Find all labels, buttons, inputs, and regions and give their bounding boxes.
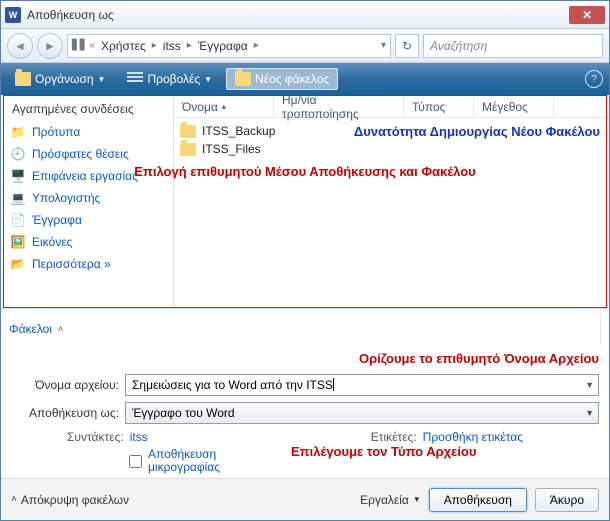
breadcrumb-seg[interactable]: itss bbox=[159, 39, 185, 53]
fav-icon: 📁 bbox=[10, 124, 26, 140]
views-label: Προβολές bbox=[147, 72, 200, 86]
fav-label: Εικόνες bbox=[32, 235, 72, 249]
chevron-right-icon: ▸ bbox=[152, 40, 157, 51]
folder-icon bbox=[15, 72, 31, 86]
fav-icon: 🕘 bbox=[10, 146, 26, 162]
folder-name: ITSS_Backup bbox=[202, 124, 275, 138]
pc-icon: ▋▋ bbox=[72, 40, 87, 51]
search-input[interactable]: Αναζήτηση bbox=[423, 34, 603, 58]
fav-icon: 💻 bbox=[10, 190, 26, 206]
annotation-choose-loc: Επιλογή επιθυμητού Μέσου Αποθήκευσης και… bbox=[10, 164, 600, 179]
annotation-filename: Ορίζουμε το επιθυμητό Όνομα Αρχείου bbox=[1, 349, 609, 368]
favorites-pane: Αγαπημένες συνδέσεις 📁 Πρότυπα 🕘 Πρόσφατες … bbox=[4, 96, 174, 307]
organize-button[interactable]: Οργάνωση ▼ bbox=[7, 69, 113, 89]
breadcrumb-seg[interactable]: Χρήστες bbox=[97, 39, 150, 53]
favorite-link[interactable]: 💻 Υπολογιστής bbox=[10, 190, 167, 206]
chevron-down-icon: ▼ bbox=[98, 75, 106, 84]
chevron-down-icon[interactable]: ▼ bbox=[585, 380, 594, 390]
tags-label: Ετικέτες: bbox=[371, 430, 417, 444]
chevron-down-icon: ▼ bbox=[413, 495, 421, 504]
fav-label: Περισσότερα » bbox=[32, 257, 111, 271]
cancel-button[interactable]: Άκυρο bbox=[535, 488, 599, 512]
nav-bar: ◄ ► ▋▋ « Χρήστες ▸ itss ▸ Έγγραφα ▸ ▾ ↻ … bbox=[1, 29, 609, 63]
saveas-combo[interactable]: Έγγραφο του Word ▼ bbox=[125, 402, 599, 424]
refresh-button[interactable]: ↻ bbox=[395, 34, 419, 58]
thumbnail-checkbox[interactable] bbox=[129, 455, 142, 468]
chevron-icon: « bbox=[89, 40, 95, 51]
new-folder-label: Νέος φάκελος bbox=[255, 72, 329, 86]
tools-label: Εργαλεία bbox=[360, 493, 409, 507]
forward-button[interactable]: ► bbox=[37, 33, 63, 59]
favorite-link[interactable]: 📁 Πρότυπα bbox=[10, 124, 167, 140]
close-button[interactable]: ✕ bbox=[569, 6, 605, 24]
fav-label: Υπολογιστής bbox=[32, 191, 100, 205]
filename-label: Όνομα αρχείου: bbox=[11, 378, 119, 392]
fav-label: Πρόσφατες θέσεις bbox=[32, 147, 129, 161]
chevron-up-icon: ˄ bbox=[58, 324, 63, 334]
form-area: Όνομα αρχείου: Σημειώσεις για το Word απ… bbox=[1, 368, 609, 478]
fav-label: Έγγραφα bbox=[32, 213, 82, 227]
filename-input[interactable]: Σημειώσεις για το Word από την ITSS ▼ bbox=[125, 374, 599, 396]
new-folder-button[interactable]: Νέος φάκελος bbox=[226, 68, 338, 90]
chevron-right-icon: ▸ bbox=[187, 40, 192, 51]
col-type[interactable]: Τύπος bbox=[404, 96, 474, 117]
hide-folders-label: Απόκρυψη φακέλων bbox=[21, 493, 129, 507]
back-button[interactable]: ◄ bbox=[7, 33, 33, 59]
fav-icon: 📄 bbox=[10, 212, 26, 228]
body-area: Αγαπημένες συνδέσεις 📁 Πρότυπα 🕘 Πρόσφατες … bbox=[3, 95, 607, 308]
breadcrumb-seg[interactable]: Έγγραφα bbox=[194, 39, 252, 53]
titlebar: W Αποθήκευση ως ✕ bbox=[1, 1, 609, 29]
search-placeholder: Αναζήτηση bbox=[430, 39, 487, 53]
fav-label: Πρότυπα bbox=[32, 125, 80, 139]
folders-toggle[interactable]: Φάκελοι ˄ bbox=[1, 308, 609, 349]
save-as-dialog: W Αποθήκευση ως ✕ ◄ ► ▋▋ « Χρήστες ▸ its… bbox=[0, 0, 610, 521]
help-button[interactable]: ? bbox=[585, 70, 603, 88]
breadcrumb[interactable]: ▋▋ « Χρήστες ▸ itss ▸ Έγγραφα ▸ ▾ bbox=[67, 34, 391, 58]
save-button[interactable]: Αποθήκευση bbox=[429, 488, 527, 512]
favorite-link[interactable]: 📄 Έγγραφα bbox=[10, 212, 167, 228]
folder-icon bbox=[180, 125, 196, 138]
authors-value[interactable]: itss bbox=[130, 430, 148, 444]
col-date[interactable]: Ημ/νία τροποποίησης bbox=[274, 96, 404, 117]
filename-value: Σημειώσεις για το Word από την ITSS bbox=[132, 378, 333, 392]
annotation-filetype: Επιλέγουμε τον Τύπο Αρχείου bbox=[291, 444, 476, 459]
chevron-right-icon: ▸ bbox=[254, 40, 259, 51]
folder-icon bbox=[235, 72, 251, 86]
footer: ˄ Απόκρυψη φακέλων Εργαλεία ▼ Αποθήκευση… bbox=[1, 478, 609, 520]
favorite-link[interactable]: 🖼️ Εικόνες bbox=[10, 234, 167, 250]
favorite-link[interactable]: 📂 Περισσότερα » bbox=[10, 256, 167, 272]
folders-label: Φάκελοι bbox=[9, 322, 52, 336]
file-pane: Όνομα▴ Ημ/νία τροποποίησης Τύπος Μέγεθος… bbox=[174, 96, 606, 307]
word-icon: W bbox=[5, 7, 21, 23]
tools-button[interactable]: Εργαλεία ▼ bbox=[360, 493, 421, 507]
folder-item[interactable]: ITSS_Files bbox=[180, 140, 600, 158]
column-headers: Όνομα▴ Ημ/νία τροποποίησης Τύπος Μέγεθος bbox=[174, 96, 606, 118]
organize-label: Οργάνωση bbox=[35, 72, 94, 86]
chevron-up-icon: ˄ bbox=[11, 494, 17, 505]
favorite-link[interactable]: 🕘 Πρόσφατες θέσεις bbox=[10, 146, 167, 162]
favorites-heading: Αγαπημένες συνδέσεις bbox=[4, 96, 173, 122]
saveas-label: Αποθήκευση ως: bbox=[11, 406, 119, 420]
command-toolbar: Οργάνωση ▼ Προβολές ▼ Νέος φάκελος ? bbox=[1, 63, 609, 95]
chevron-down-icon[interactable]: ▼ bbox=[585, 408, 594, 418]
col-size[interactable]: Μέγεθος bbox=[474, 96, 554, 117]
authors-label: Συντάκτες: bbox=[67, 430, 124, 444]
hide-folders-button[interactable]: ˄ Απόκρυψη φακέλων bbox=[11, 493, 129, 507]
folder-icon bbox=[180, 143, 196, 156]
fav-icon: 📂 bbox=[10, 256, 26, 272]
thumbnail-label: Αποθήκευση μικρογραφίας bbox=[148, 448, 228, 474]
views-icon bbox=[127, 72, 143, 86]
views-button[interactable]: Προβολές ▼ bbox=[119, 69, 220, 89]
tags-value[interactable]: Προσθήκη ετικέτας bbox=[423, 430, 523, 444]
chevron-down-icon: ▼ bbox=[204, 75, 212, 84]
folder-name: ITSS_Files bbox=[202, 142, 261, 156]
col-name[interactable]: Όνομα▴ bbox=[174, 96, 274, 117]
fav-icon: 🖼️ bbox=[10, 234, 26, 250]
dropdown-icon[interactable]: ▾ bbox=[381, 40, 386, 51]
annotation-new-folder: Δυνατότητα Δημιουργίας Νέου Φακέλου bbox=[354, 124, 600, 139]
sort-asc-icon: ▴ bbox=[222, 102, 226, 111]
window-title: Αποθήκευση ως bbox=[27, 8, 569, 22]
saveas-value: Έγγραφο του Word bbox=[132, 406, 235, 420]
